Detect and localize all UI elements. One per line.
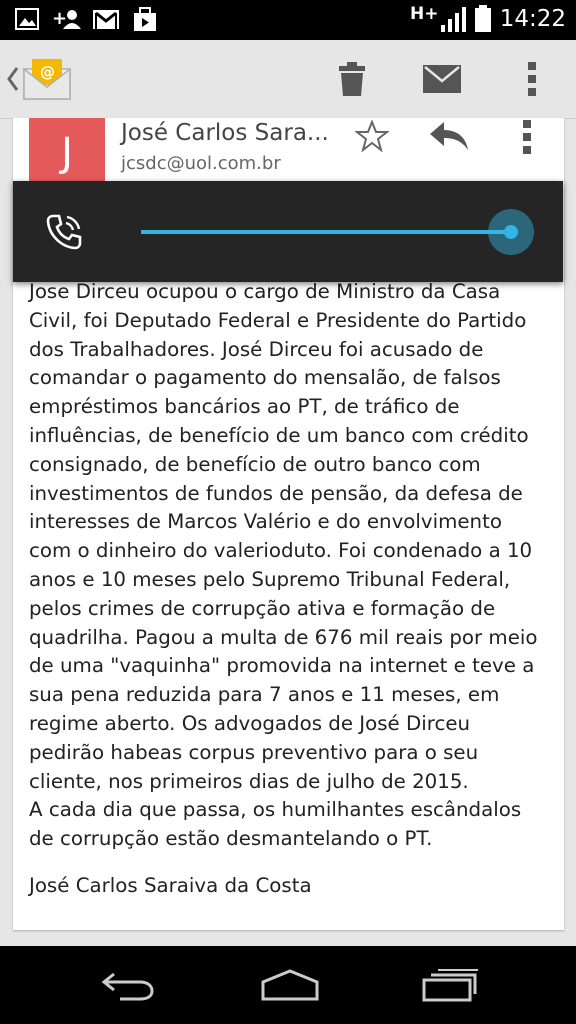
- volume-panel: [13, 181, 563, 282]
- message-body: Jose Dirceu ocupou o cargo de Ministro d…: [29, 278, 549, 854]
- nav-back-button[interactable]: [88, 946, 168, 1024]
- delete-button[interactable]: [322, 40, 382, 118]
- email-app-icon: @: [23, 59, 71, 100]
- network-type: H+: [410, 4, 439, 24]
- sender-email: jcsdc@uol.com.br: [121, 153, 281, 174]
- volume-slider-thumb[interactable]: [488, 209, 534, 255]
- status-bar: + H+ 14:22: [0, 0, 576, 40]
- image-icon: [15, 8, 39, 30]
- home-icon: [261, 969, 319, 1001]
- sender-name: José Carlos Sara...: [121, 120, 329, 146]
- message-signature: José Carlos Saraiva da Costa: [29, 874, 312, 897]
- star-icon[interactable]: [355, 120, 389, 152]
- volume-slider-track[interactable]: [141, 230, 511, 234]
- mark-unread-button[interactable]: [412, 40, 472, 118]
- overflow-menu-icon: [528, 62, 536, 96]
- gmail-icon: [93, 10, 119, 29]
- overflow-menu-button[interactable]: [510, 40, 554, 118]
- volume-slider-thumb-center: [504, 225, 518, 239]
- message-overflow-icon[interactable]: [523, 120, 531, 154]
- action-bar: @: [0, 40, 576, 119]
- svg-text:+: +: [52, 8, 67, 29]
- recents-icon: [422, 969, 478, 1002]
- up-navigation-button[interactable]: @: [0, 40, 80, 118]
- mark-unread-icon: [423, 65, 461, 93]
- phone-call-icon: [46, 214, 82, 250]
- clock: 14:22: [499, 6, 566, 32]
- signal-icon: [441, 7, 466, 32]
- briefcase-icon: [134, 7, 156, 31]
- battery-icon: [475, 5, 491, 32]
- back-chevron-icon: [7, 67, 19, 91]
- add-contact-icon: +: [52, 8, 81, 29]
- navigation-bar: [0, 946, 576, 1024]
- avatar-letter: J: [61, 130, 73, 176]
- message-paragraph: A cada dia que passa, os humilhantes esc…: [29, 798, 522, 851]
- back-icon: [101, 972, 154, 1001]
- delete-icon: [339, 62, 365, 96]
- nav-recents-button[interactable]: [410, 946, 490, 1024]
- avatar[interactable]: J: [29, 118, 105, 188]
- reply-icon[interactable]: [428, 120, 470, 152]
- svg-text:@: @: [40, 63, 55, 81]
- nav-home-button[interactable]: [250, 946, 330, 1024]
- message-paragraph: Jose Dirceu ocupou o cargo de Ministro d…: [29, 280, 538, 793]
